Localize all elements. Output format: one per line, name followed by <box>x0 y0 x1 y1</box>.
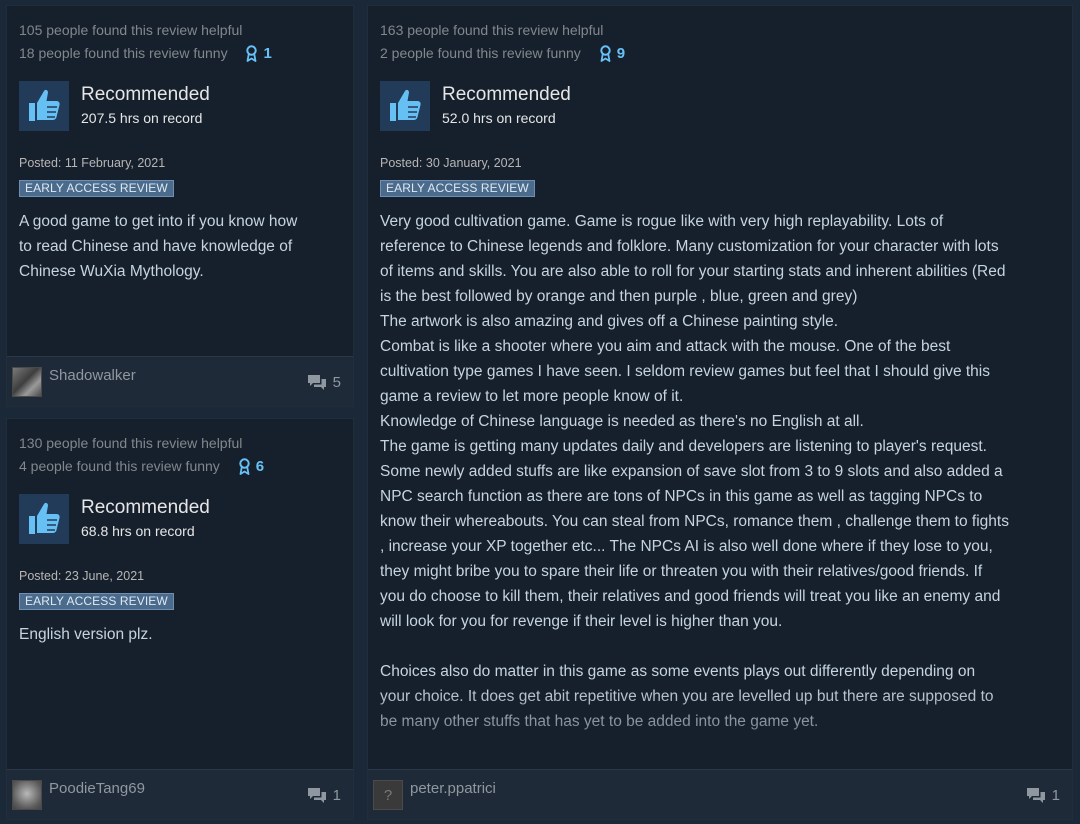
avatar[interactable]: ? <box>373 780 403 810</box>
review-text: A good game to get into if you know how … <box>19 213 298 280</box>
avatar-placeholder-glyph: ? <box>383 786 393 804</box>
award-count: 9 <box>616 45 626 62</box>
comment-bubbles-icon <box>1026 788 1045 803</box>
verdict: Recommended <box>81 497 210 518</box>
award-button[interactable]: 1 <box>245 42 272 65</box>
review-footer: ? peter.ppatrici 1 <box>368 769 1072 819</box>
funny-count-text: 4 people found this review funny <box>19 458 220 474</box>
thumbs-up-icon <box>19 81 69 131</box>
funny-count-text: 2 people found this review funny <box>380 45 581 61</box>
award-ribbon-icon <box>246 45 258 62</box>
helpful-count: 163 people found this review helpful <box>380 22 604 38</box>
award-ribbon-icon <box>600 45 611 62</box>
thumbs-up-icon <box>380 81 430 131</box>
comment-count: 1 <box>332 787 341 804</box>
hours-on-record: 52.0 hrs on record <box>442 110 556 126</box>
review-footer: PoodieTang69 1 <box>7 769 353 819</box>
comment-bubbles-icon <box>307 788 326 803</box>
posted-date: Posted: 23 June, 2021 <box>19 569 145 583</box>
comments-button[interactable]: 5 <box>307 374 341 391</box>
comments-button[interactable]: 1 <box>1026 787 1060 804</box>
award-ribbon-icon <box>239 458 250 475</box>
posted-date: Posted: 11 February, 2021 <box>19 156 166 170</box>
hours-on-record: 207.5 hrs on record <box>81 110 203 126</box>
funny-count-text: 18 people found this review funny <box>19 45 228 61</box>
comment-bubbles-icon <box>307 375 326 390</box>
helpful-count: 105 people found this review helpful <box>19 22 243 38</box>
author-name[interactable]: PoodieTang69 <box>49 780 145 798</box>
funny-count: 2 people found this review funny 9 <box>380 42 1060 65</box>
posted-date: Posted: 30 January, 2021 <box>380 156 522 170</box>
recommendation[interactable]: Recommended 52.0 hrs on record <box>380 81 1060 131</box>
award-button[interactable]: 9 <box>599 42 625 65</box>
early-access-badge: EARLY ACCESS REVIEW <box>19 593 174 610</box>
award-button[interactable]: 6 <box>238 455 264 478</box>
verdict: Recommended <box>442 84 571 105</box>
author-name[interactable]: Shadowalker <box>49 367 136 385</box>
thumbs-up-icon <box>19 494 69 544</box>
early-access-badge: EARLY ACCESS REVIEW <box>19 180 174 197</box>
review-card: 130 people found this review helpful 4 p… <box>6 418 354 820</box>
comment-count: 5 <box>332 374 341 391</box>
author-name[interactable]: peter.ppatrici <box>410 780 496 798</box>
comments-button[interactable]: 1 <box>307 787 341 804</box>
review-footer: Shadowalker 5 <box>7 356 353 406</box>
review-card: 105 people found this review helpful 18 … <box>6 5 354 407</box>
early-access-badge: EARLY ACCESS REVIEW <box>380 180 535 197</box>
avatar[interactable] <box>12 367 42 397</box>
recommendation[interactable]: Recommended 68.8 hrs on record <box>19 494 341 544</box>
award-count: 6 <box>255 458 265 475</box>
funny-count: 18 people found this review funny 1 <box>19 42 341 65</box>
hours-on-record: 68.8 hrs on record <box>81 523 195 539</box>
verdict: Recommended <box>81 84 210 105</box>
recommendation[interactable]: Recommended 207.5 hrs on record <box>19 81 341 131</box>
award-count: 1 <box>263 45 272 62</box>
review-text: Very good cultivation game. Game is rogu… <box>380 213 1009 730</box>
helpful-count: 130 people found this review helpful <box>19 435 243 451</box>
funny-count: 4 people found this review funny 6 <box>19 455 341 478</box>
review-text: English version plz. <box>19 626 153 643</box>
review-card: 163 people found this review helpful 2 p… <box>367 5 1073 820</box>
comment-count: 1 <box>1051 787 1060 804</box>
avatar[interactable] <box>12 780 42 810</box>
